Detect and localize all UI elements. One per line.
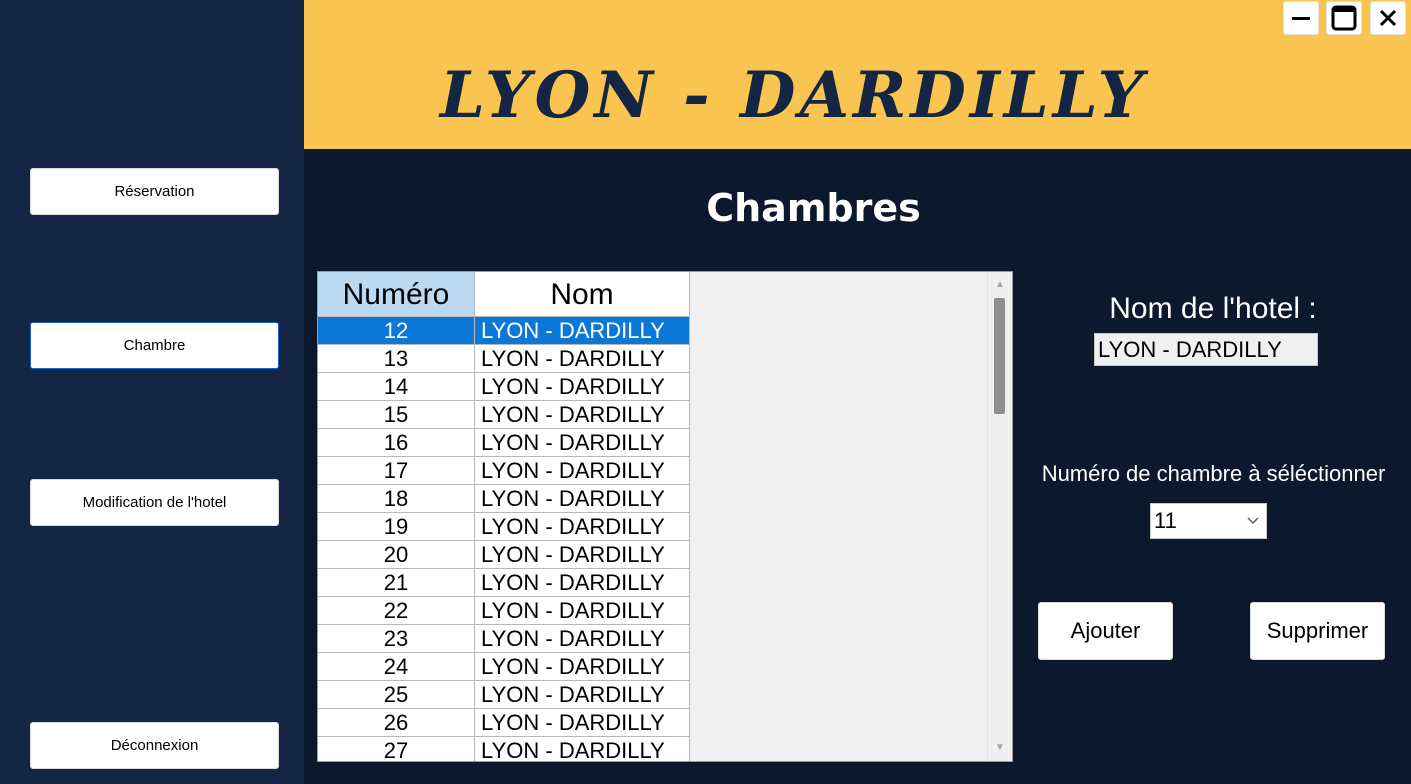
table-row[interactable]: 24 LYON - DARDILLY [318,653,690,681]
table-row[interactable]: 20 LYON - DARDILLY [318,541,690,569]
brand-title: LYON - DARDILLY [440,58,1148,133]
table-header-row: Numéro Nom [318,272,690,317]
cell-nom[interactable]: LYON - DARDILLY [475,373,690,401]
cell-nom[interactable]: LYON - DARDILLY [475,513,690,541]
table-row[interactable]: 23 LYON - DARDILLY [318,625,690,653]
cell-numero[interactable]: 14 [318,373,475,401]
cell-numero[interactable]: 18 [318,485,475,513]
cell-numero[interactable]: 23 [318,625,475,653]
column-header-numero[interactable]: Numéro [318,272,475,317]
cell-nom[interactable]: LYON - DARDILLY [475,737,690,761]
cell-nom[interactable]: LYON - DARDILLY [475,457,690,485]
room-number-select[interactable]: 11 [1150,503,1267,539]
hotel-name-label: Nom de l'hotel : [1109,292,1317,325]
room-number-value: 11 [1154,508,1177,533]
table-row[interactable]: 22 LYON - DARDILLY [318,597,690,625]
cell-numero[interactable]: 17 [318,457,475,485]
cell-nom[interactable]: LYON - DARDILLY [475,485,690,513]
table-row[interactable]: 18 LYON - DARDILLY [318,485,690,513]
cell-numero[interactable]: 26 [318,709,475,737]
cell-nom[interactable]: LYON - DARDILLY [475,625,690,653]
cell-nom[interactable]: LYON - DARDILLY [475,681,690,709]
table-row[interactable]: 12 LYON - DARDILLY [318,317,690,345]
cell-nom[interactable]: LYON - DARDILLY [475,401,690,429]
sidebar: Réservation Chambre Modification de l'ho… [0,0,304,784]
chambre-button[interactable]: Chambre [30,322,279,369]
reservation-button[interactable]: Réservation [30,168,279,215]
maximize-icon [1331,5,1357,31]
table-row[interactable]: 21 LYON - DARDILLY [318,569,690,597]
cell-nom[interactable]: LYON - DARDILLY [475,597,690,625]
minimize-button[interactable] [1283,1,1319,35]
cell-numero[interactable]: 19 [318,513,475,541]
close-icon [1379,9,1397,27]
close-button[interactable] [1370,1,1406,35]
cell-numero[interactable]: 16 [318,429,475,457]
cell-numero[interactable]: 13 [318,345,475,373]
table-row[interactable]: 19 LYON - DARDILLY [318,513,690,541]
table-row[interactable]: 17 LYON - DARDILLY [318,457,690,485]
scroll-up-icon[interactable]: ▲ [988,276,1012,294]
page-title: Chambres [706,186,921,230]
modification-hotel-button[interactable]: Modification de l'hotel [30,479,279,526]
cell-nom[interactable]: LYON - DARDILLY [475,345,690,373]
table-row[interactable]: 25 LYON - DARDILLY [318,681,690,709]
rooms-table[interactable]: Numéro Nom 12 LYON - DARDILLY 13 LYON - DAR… [317,271,1013,762]
minimize-icon [1292,17,1310,20]
rooms-table-body: Numéro Nom 12 LYON - DARDILLY 13 LYON - DAR… [318,272,690,761]
scroll-down-icon[interactable]: ▼ [988,739,1012,757]
table-row[interactable]: 26 LYON - DARDILLY [318,709,690,737]
table-row[interactable]: 15 LYON - DARDILLY [318,401,690,429]
cell-numero[interactable]: 24 [318,653,475,681]
maximize-button[interactable] [1326,1,1362,35]
table-row[interactable]: 14 LYON - DARDILLY [318,373,690,401]
header-banner: LYON - DARDILLY [304,0,1411,149]
cell-nom[interactable]: LYON - DARDILLY [475,429,690,457]
cell-nom[interactable]: LYON - DARDILLY [475,317,690,345]
cell-numero[interactable]: 12 [318,317,475,345]
cell-numero[interactable]: 20 [318,541,475,569]
table-row[interactable]: 27 LYON - DARDILLY [318,737,690,761]
table-row[interactable]: 13 LYON - DARDILLY [318,345,690,373]
cell-nom[interactable]: LYON - DARDILLY [475,653,690,681]
delete-button[interactable]: Supprimer [1250,602,1385,660]
deconnexion-button[interactable]: Déconnexion [30,722,279,769]
scrollbar-thumb[interactable] [994,298,1005,414]
add-button[interactable]: Ajouter [1038,602,1173,660]
cell-nom[interactable]: LYON - DARDILLY [475,569,690,597]
hotel-name-field[interactable] [1094,333,1318,366]
vertical-scrollbar[interactable]: ▲ ▼ [987,272,1012,761]
column-header-nom[interactable]: Nom [475,272,690,317]
table-row[interactable]: 16 LYON - DARDILLY [318,429,690,457]
cell-numero[interactable]: 22 [318,597,475,625]
cell-numero[interactable]: 27 [318,737,475,761]
cell-numero[interactable]: 15 [318,401,475,429]
cell-numero[interactable]: 21 [318,569,475,597]
room-number-label: Numéro de chambre à séléctionner [1041,461,1386,486]
cell-nom[interactable]: LYON - DARDILLY [475,709,690,737]
cell-nom[interactable]: LYON - DARDILLY [475,541,690,569]
cell-numero[interactable]: 25 [318,681,475,709]
chevron-down-icon [1240,517,1266,525]
